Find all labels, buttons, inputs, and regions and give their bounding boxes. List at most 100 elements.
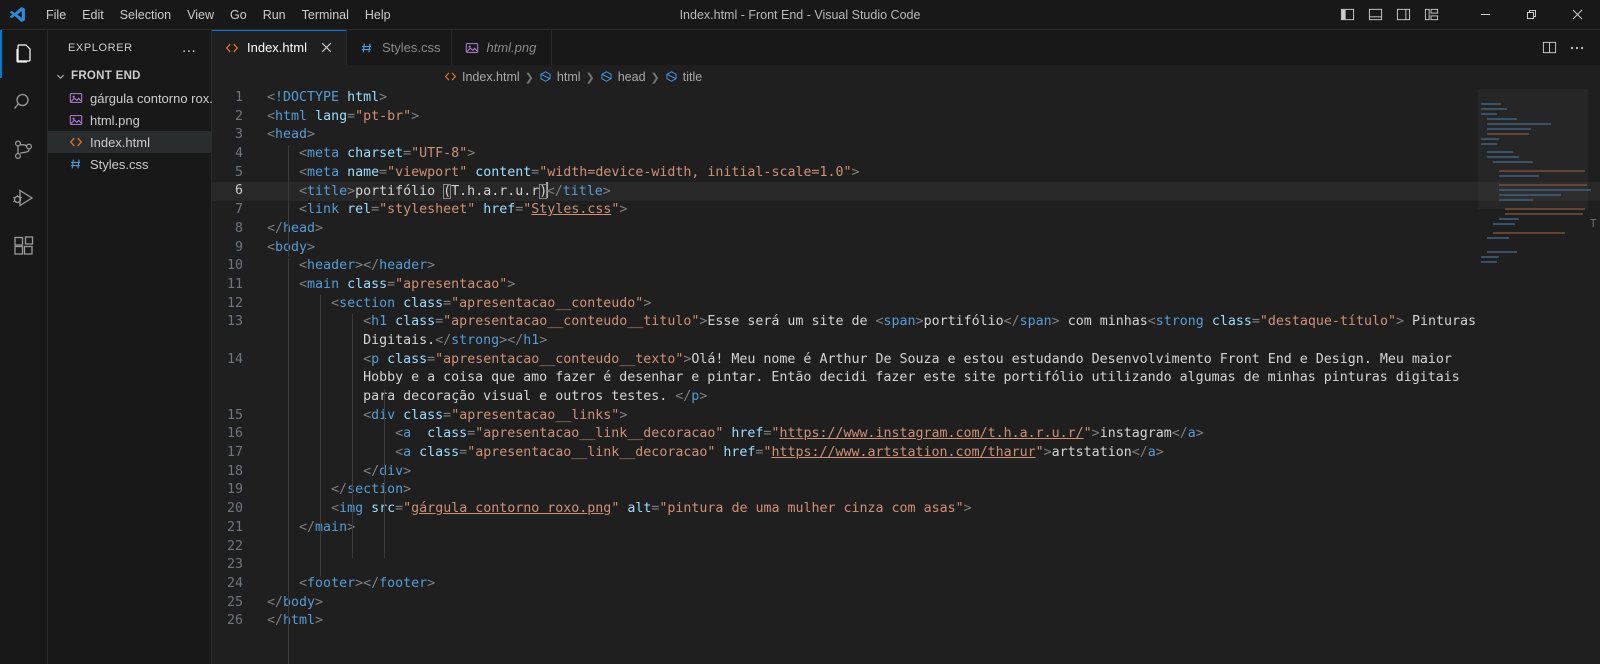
explorer-more-actions-icon[interactable]: … bbox=[175, 40, 203, 55]
menu-edit[interactable]: Edit bbox=[74, 5, 112, 25]
line-number: 4 bbox=[234, 146, 243, 162]
code-line[interactable]: 22 bbox=[212, 538, 1600, 557]
file-item-styles-css[interactable]: Styles.css bbox=[48, 153, 211, 175]
menu-selection[interactable]: Selection bbox=[112, 5, 179, 25]
file-item-html-png[interactable]: html.png bbox=[48, 109, 211, 131]
code-line[interactable]: 13 <h1 class="apresentacao__conteudo__ti… bbox=[212, 313, 1600, 350]
code-line[interactable]: 14 <p class="apresentacao__conteudo__tex… bbox=[212, 351, 1600, 407]
image-icon bbox=[68, 112, 84, 128]
sidebar-item-explorer[interactable] bbox=[0, 30, 48, 78]
breadcrumb-item-file[interactable]: Index.html bbox=[444, 70, 520, 84]
code-line[interactable]: 21 </main> bbox=[212, 519, 1600, 538]
line-number: 16 bbox=[226, 426, 243, 442]
file-item-gargula[interactable]: gárgula contorno rox... bbox=[48, 87, 220, 109]
code-line[interactable]: 5 <meta name="viewport" content="width=d… bbox=[212, 164, 1600, 183]
explorer-header: EXPLORER … bbox=[48, 30, 211, 65]
sidebar-item-search[interactable] bbox=[0, 78, 48, 126]
split-editor-right-icon[interactable] bbox=[1536, 36, 1562, 60]
code-content[interactable]: 1 <!DOCTYPE html> 2 <html lang="pt-br"> 3 <… bbox=[212, 89, 1600, 664]
line-number: 23 bbox=[226, 557, 243, 573]
html-icon bbox=[68, 134, 84, 150]
code-line[interactable]: 10 <header></header> bbox=[212, 257, 1600, 276]
breadcrumb-separator-icon: ❯ bbox=[650, 71, 660, 84]
toggle-secondary-sidebar-icon[interactable] bbox=[1390, 4, 1416, 26]
code-line[interactable]: 11 <main class="apresentacao"> bbox=[212, 276, 1600, 295]
tab-index-html[interactable]: Index.html bbox=[212, 30, 347, 65]
line-number: 6 bbox=[234, 183, 243, 199]
code-line[interactable]: 24 <footer></footer> bbox=[212, 575, 1600, 594]
menu-help[interactable]: Help bbox=[357, 5, 399, 25]
menu-view[interactable]: View bbox=[179, 5, 222, 25]
more-actions-icon[interactable] bbox=[1564, 36, 1590, 60]
sidebar-item-source-control[interactable] bbox=[0, 126, 48, 174]
indent-guide bbox=[320, 295, 321, 577]
css-icon bbox=[359, 40, 375, 56]
vscode-logo-icon bbox=[0, 0, 34, 30]
image-icon bbox=[464, 40, 480, 56]
menu-file[interactable]: File bbox=[38, 5, 74, 25]
line-number: 5 bbox=[234, 164, 243, 180]
tab-html-png[interactable]: html.png bbox=[451, 30, 552, 65]
code-line-active[interactable]: 6 <title>portifólio (T.h.a.r.u.r)</title… bbox=[212, 182, 1600, 202]
indent-guide bbox=[352, 314, 353, 558]
breadcrumb-label: Index.html bbox=[462, 70, 520, 84]
code-line[interactable]: 20 <img src="gárgula contorno roxo.png" … bbox=[212, 500, 1600, 519]
code-line[interactable]: 8 </head> bbox=[212, 220, 1600, 239]
code-line[interactable]: 3 <head> bbox=[212, 126, 1600, 145]
indent-guide bbox=[288, 258, 289, 558]
file-label: Styles.css bbox=[90, 156, 149, 172]
file-label: html.png bbox=[90, 112, 140, 128]
menu-go[interactable]: Go bbox=[222, 5, 255, 25]
code-line[interactable]: 1 <!DOCTYPE html> bbox=[212, 89, 1600, 108]
line-number: 19 bbox=[226, 482, 243, 498]
code-editor[interactable]: 1 <!DOCTYPE html> 2 <html lang="pt-br"> 3 <… bbox=[212, 89, 1600, 664]
code-line[interactable]: 9 <body> bbox=[212, 239, 1600, 258]
breadcrumb-separator-icon: ❯ bbox=[585, 71, 595, 84]
explorer-title: EXPLORER bbox=[68, 41, 133, 54]
code-line[interactable]: 26 </html> bbox=[212, 612, 1600, 631]
code-line[interactable]: 15 <div class="apresentacao__links"> bbox=[212, 407, 1600, 426]
tab-styles-css[interactable]: Styles.css bbox=[346, 30, 452, 65]
explorer-sidebar: EXPLORER … FRONT END gárgula contorno ro… bbox=[48, 30, 220, 664]
breadcrumb-label: head bbox=[617, 70, 646, 84]
sidebar-item-run-and-debug[interactable] bbox=[0, 174, 48, 222]
breadcrumb-item-html[interactable]: html bbox=[539, 70, 581, 84]
code-line[interactable]: 23 bbox=[212, 556, 1600, 575]
activity-bar bbox=[0, 30, 48, 664]
minimize-button[interactable] bbox=[1462, 0, 1508, 30]
breadcrumb-label: html bbox=[556, 70, 581, 84]
line-number: 17 bbox=[226, 445, 243, 461]
menu-run[interactable]: Run bbox=[255, 5, 294, 25]
line-number: 2 bbox=[234, 108, 243, 124]
menu-terminal[interactable]: Terminal bbox=[294, 5, 357, 25]
close-icon[interactable] bbox=[318, 39, 336, 57]
folder-front-end[interactable]: FRONT END bbox=[48, 65, 211, 87]
editor-tab-bar: Index.html Styles.css html.png bbox=[212, 30, 1600, 65]
close-button[interactable] bbox=[1554, 0, 1600, 30]
customize-layout-icon[interactable] bbox=[1418, 4, 1444, 26]
line-number: 9 bbox=[234, 239, 243, 255]
symbol-field-icon bbox=[600, 70, 613, 84]
code-line[interactable]: 7 <link rel="stylesheet" href="Styles.cs… bbox=[212, 201, 1600, 220]
toggle-primary-sidebar-icon[interactable] bbox=[1334, 4, 1360, 26]
layout-controls bbox=[1334, 4, 1444, 26]
breadcrumb-separator-icon: ❯ bbox=[524, 71, 534, 84]
breadcrumb-item-head[interactable]: head bbox=[600, 70, 646, 84]
line-number: 24 bbox=[226, 575, 243, 591]
breadcrumb-item-title[interactable]: title bbox=[665, 70, 702, 84]
scrollbar-marker[interactable]: T bbox=[1590, 217, 1598, 231]
code-line[interactable]: 18 </div> bbox=[212, 463, 1600, 482]
file-item-index-html[interactable]: Index.html bbox=[48, 131, 211, 153]
code-line[interactable]: 17 <a class="apresentacao__link__decorac… bbox=[212, 444, 1600, 463]
code-line[interactable]: 25 </body> bbox=[212, 594, 1600, 613]
toggle-panel-icon[interactable] bbox=[1362, 4, 1388, 26]
restore-button[interactable] bbox=[1508, 0, 1554, 30]
sidebar-item-extensions[interactable] bbox=[0, 222, 48, 270]
code-line[interactable]: 2 <html lang="pt-br"> bbox=[212, 108, 1600, 127]
code-line[interactable]: 16 <a class="apresentacao__link__decorac… bbox=[212, 425, 1600, 444]
code-line[interactable]: 19 </section> bbox=[212, 481, 1600, 500]
code-line[interactable]: 12 <section class="apresentacao__conteud… bbox=[212, 295, 1600, 314]
title-bar: File Edit Selection View Go Run Terminal… bbox=[0, 0, 1600, 30]
file-label: gárgula contorno rox... bbox=[90, 90, 221, 106]
code-line[interactable]: 4 <meta charset="UTF-8"> bbox=[212, 145, 1600, 164]
